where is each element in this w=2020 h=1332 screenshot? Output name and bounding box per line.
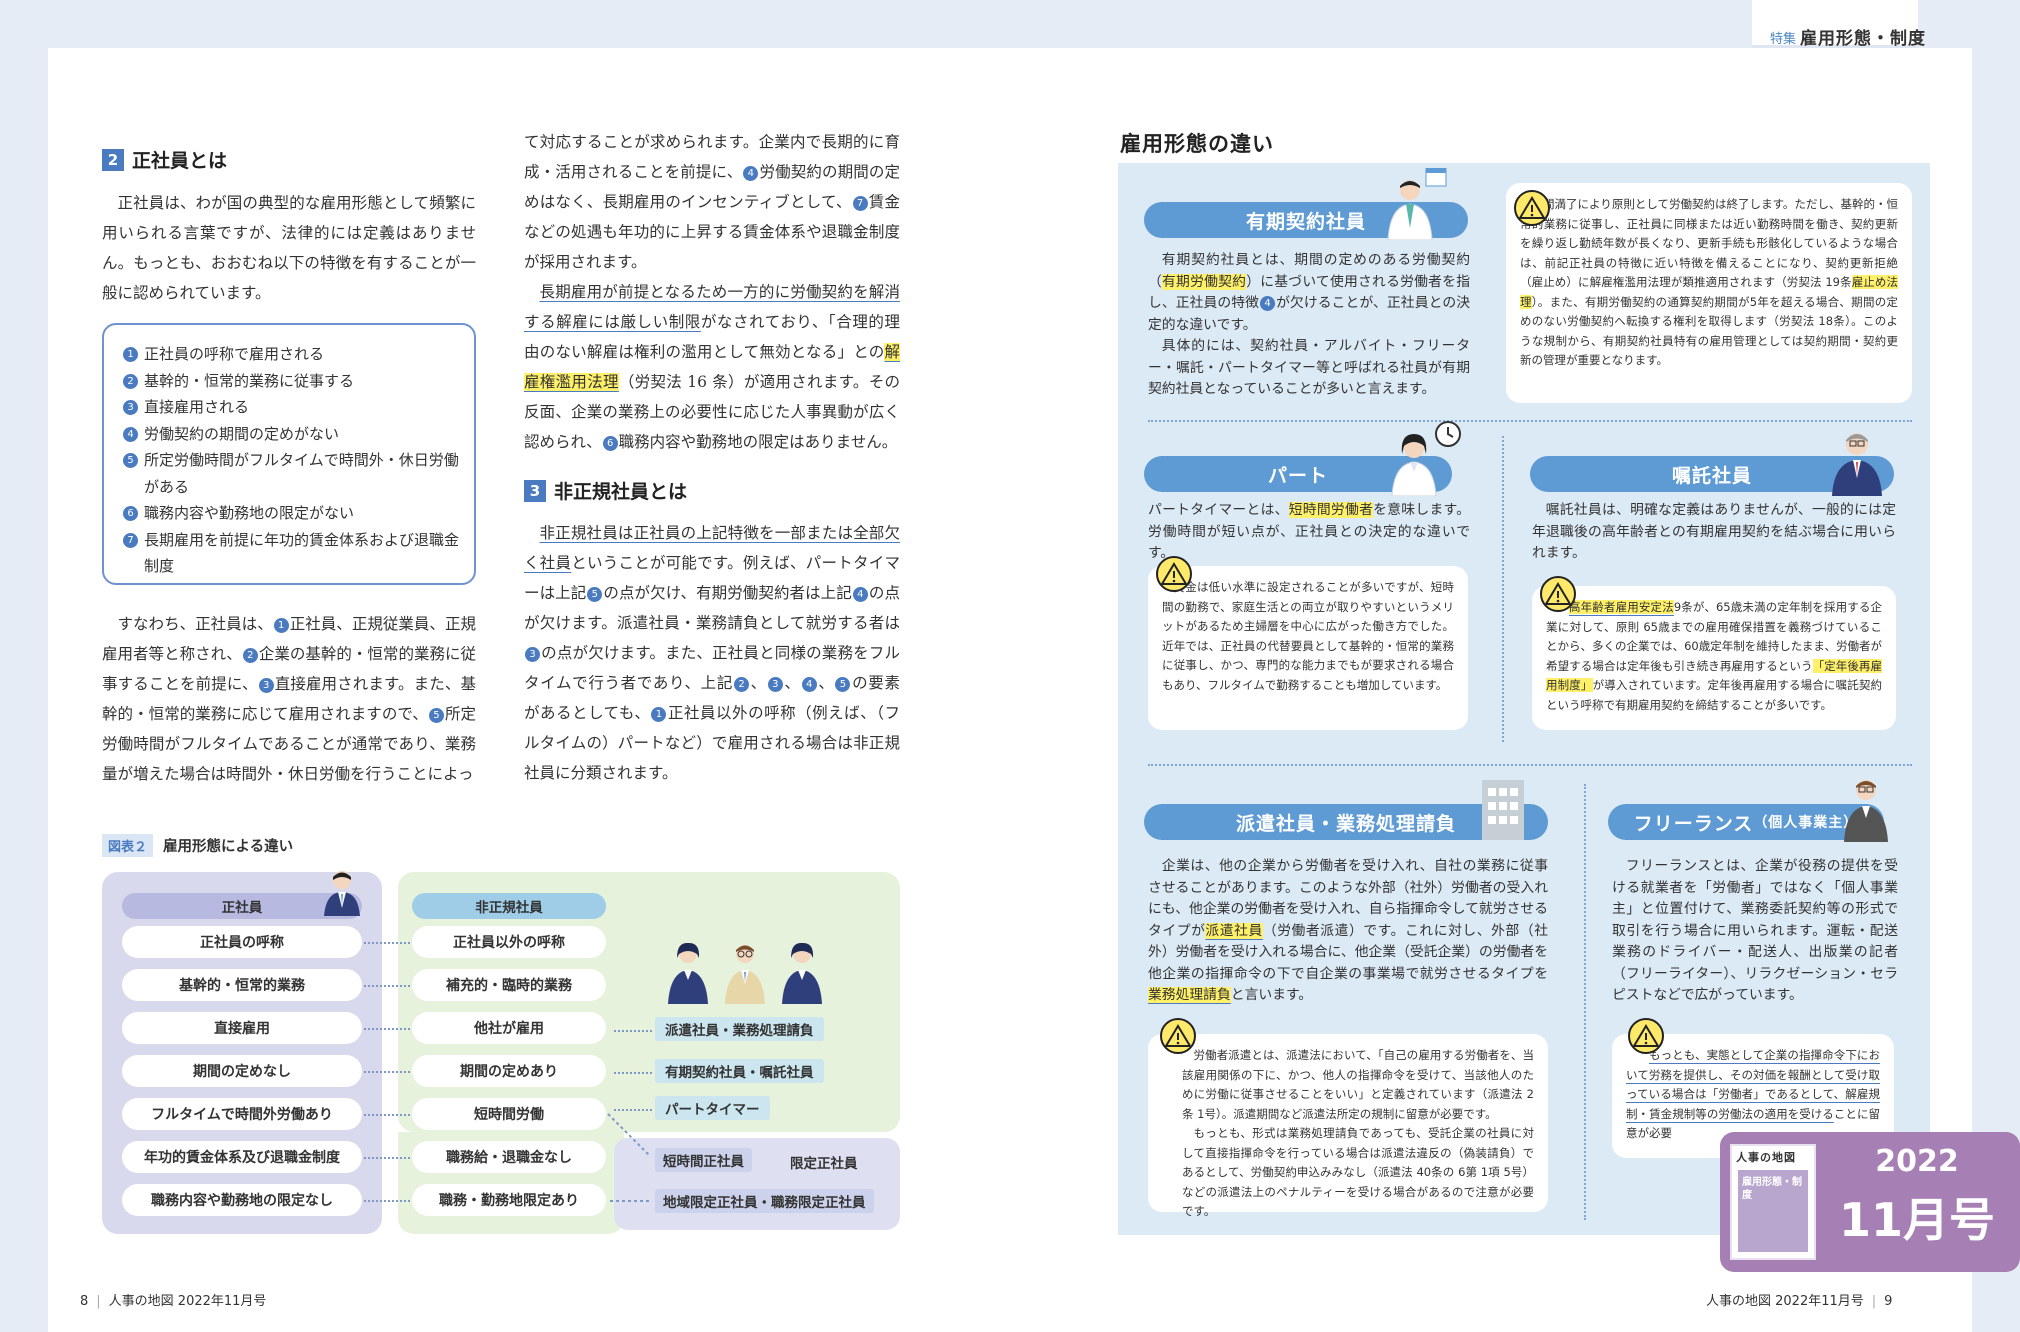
nonregular-trait: 正社員以外の呼称 xyxy=(412,926,606,958)
type-haken: 派遣社員・業務処理請負 xyxy=(655,1017,824,1041)
freelance-text: フリーランスとは、企業が役務の提供を受ける就業者を「労働者」ではなく「個人事業主… xyxy=(1612,858,1898,1003)
building-icon xyxy=(1482,780,1524,840)
badge-month: 11月号 xyxy=(1838,1193,1995,1247)
section-title: 正社員とは xyxy=(132,150,228,172)
regular-trait: 年功的賃金体系及び退職金制度 xyxy=(122,1141,362,1173)
feature-item: 1 正社員の呼称で雇用される xyxy=(122,341,460,368)
connector-line xyxy=(364,1114,410,1116)
connector-line xyxy=(364,1028,410,1030)
connector-line xyxy=(364,985,410,987)
fixed-term-employee-icon xyxy=(1387,168,1447,240)
fixed-term-note: 期間満了により原則として労働契約は終了します。ただし、基幹的・恒常的業務に従事し… xyxy=(1506,183,1912,403)
haken-text: 企業は、他の企業から労働者を受け入れ、自社の業務に従事させることがあります。この… xyxy=(1148,858,1548,1003)
features-box: 1 正社員の呼称で雇用される 2 基幹的・恒常的業務に従事する 3 直接雇用される 4… xyxy=(102,323,476,585)
warning-icon xyxy=(1160,1018,1196,1054)
feature-item: 3 直接雇用される xyxy=(122,394,460,421)
left-footer: 8 | 人事の地図 2022年11月号 xyxy=(80,1294,267,1309)
feature-item: 6 職務内容や勤務地の限定がない xyxy=(122,500,460,527)
nonregular-trait: 短時間労働 xyxy=(412,1098,606,1130)
section-number: 2 xyxy=(102,148,124,171)
part-note: 賃金は低い水準に設定されることが多いですが、短時間の勤務で、家庭生活との両立が取… xyxy=(1148,566,1468,730)
connector-lines xyxy=(607,1113,652,1202)
column-2-text: て対応することが求められます。企業内で長期的に育成・活用されることを前提に、 4 労… xyxy=(524,133,900,451)
nonregular-trait: 職務給・退職金なし xyxy=(412,1141,606,1173)
section-number: 3 xyxy=(524,479,546,502)
nonregular-head: 非正規社員 xyxy=(412,893,606,919)
connector-line xyxy=(364,1157,410,1159)
freelance-worker-icon xyxy=(1844,780,1888,842)
header-title: 雇用形態・制度 xyxy=(1800,29,1926,49)
sub-limited: 限定正社員 xyxy=(790,1156,858,1172)
feature-item: 4 労働契約の期間の定めがない xyxy=(122,421,460,448)
regular-trait: 正社員の呼称 xyxy=(122,926,362,958)
sub-area: 地域限定正社員・職務限定正社員 xyxy=(655,1189,874,1213)
regular-trait: 基幹的・恒常的業務 xyxy=(122,969,362,1001)
regular-trait: 期間の定めなし xyxy=(122,1055,362,1087)
badge-year: 2022 xyxy=(1875,1144,1959,1179)
nonregular-trait: 他社が雇用 xyxy=(412,1012,606,1044)
right-footer: 人事の地図 2022年11月号 | 9 xyxy=(1706,1294,1893,1309)
warning-icon xyxy=(1628,1018,1664,1054)
warning-icon xyxy=(1156,556,1192,592)
figure-tag: 図表２ xyxy=(102,834,154,857)
nonregular-trait: 補充的・臨時的業務 xyxy=(412,969,606,1001)
feature-item: 2 基幹的・恒常的業務に従事する xyxy=(122,368,460,395)
cover-subtitle: 雇用形態・制度 xyxy=(1742,1177,1802,1201)
warning-icon xyxy=(1540,576,1576,612)
feature-item: 7 長期雇用を前提に年功的賃金体系および退職金制度 xyxy=(122,527,460,580)
section-3-heading: 3 非正規社員とは xyxy=(524,477,687,504)
regular-trait: 直接雇用 xyxy=(122,1012,362,1044)
regular-trait: 職務内容や勤務地の限定なし xyxy=(122,1184,362,1216)
connector-line xyxy=(364,942,410,944)
section-3-body: 非正規社員は正社員の上記特徴を一部または全部欠く社員ということが可能です。例えば… xyxy=(524,524,900,782)
connector-line xyxy=(364,1200,410,1202)
section-2-body: すなわち、正社員は、 1 正社員、正規従業員、正規雇用者等と称され、 2 企業の基幹的・… xyxy=(102,615,476,783)
haken-note: 労働者派遣とは、派遣法において、「自己の雇用する労働者を、当該雇用関係の下に、か… xyxy=(1148,1034,1548,1218)
part-employee-icon xyxy=(1391,421,1461,496)
nonregular-people-icon xyxy=(668,942,822,1004)
nonregular-trait: 職務・勤務地限定あり xyxy=(412,1184,606,1216)
feature-item: 5 所定労働時間がフルタイムで時間外・休日労働がある xyxy=(122,447,460,500)
section-title: 非正規社員とは xyxy=(554,481,688,503)
cover-title: 人事の地図 xyxy=(1736,1151,1796,1164)
shokutaku-text: 嘱託社員は、明確な定義はありませんが、一般的には定年退職後の高年齢者との有期雇用… xyxy=(1532,502,1896,561)
fixed-term-text: 有期契約社員とは、期間の定めのある労働契約（有期労働契約）に基づいて使用される労… xyxy=(1148,252,1471,397)
section-2-heading: 2 正社員とは xyxy=(102,146,227,173)
issue-badge[interactable]: 人事の地図 雇用形態・制度 2022 11月号 xyxy=(1720,1132,2020,1272)
regular-trait: フルタイムで時間外労働あり xyxy=(122,1098,362,1130)
shokutaku-employee-icon xyxy=(1832,433,1882,496)
type-fixed: 有期契約社員・嘱託社員 xyxy=(655,1059,824,1083)
right-page-title: 雇用形態の違い xyxy=(1120,132,1274,156)
type-part: パートタイマー xyxy=(655,1096,770,1120)
connector-line xyxy=(364,1071,410,1073)
regular-employee-icon xyxy=(324,871,360,916)
header-tag: 特集 xyxy=(1770,32,1797,47)
part-text: パートタイマーとは、短時間労働者を意味します。労働時間が短い点が、正社員との決定… xyxy=(1148,502,1471,561)
warning-icon xyxy=(1514,190,1550,226)
section-2-intro: 正社員は、わが国の典型的な雇用形態として頻繁に用いられる言葉ですが、法律的には定… xyxy=(102,194,476,302)
magazine-cover-thumbnail: 人事の地図 雇用形態・制度 xyxy=(1730,1144,1816,1260)
nonregular-trait: 期間の定めあり xyxy=(412,1055,606,1087)
shokutaku-note: 高年齢者雇用安定法9条が、65歳未満の定年制を採用する企業に対して、原則 65歳… xyxy=(1532,586,1896,730)
figure-title: 雇用形態による違い xyxy=(163,839,294,855)
figure-label: 図表２ 雇用形態による違い xyxy=(102,834,293,857)
